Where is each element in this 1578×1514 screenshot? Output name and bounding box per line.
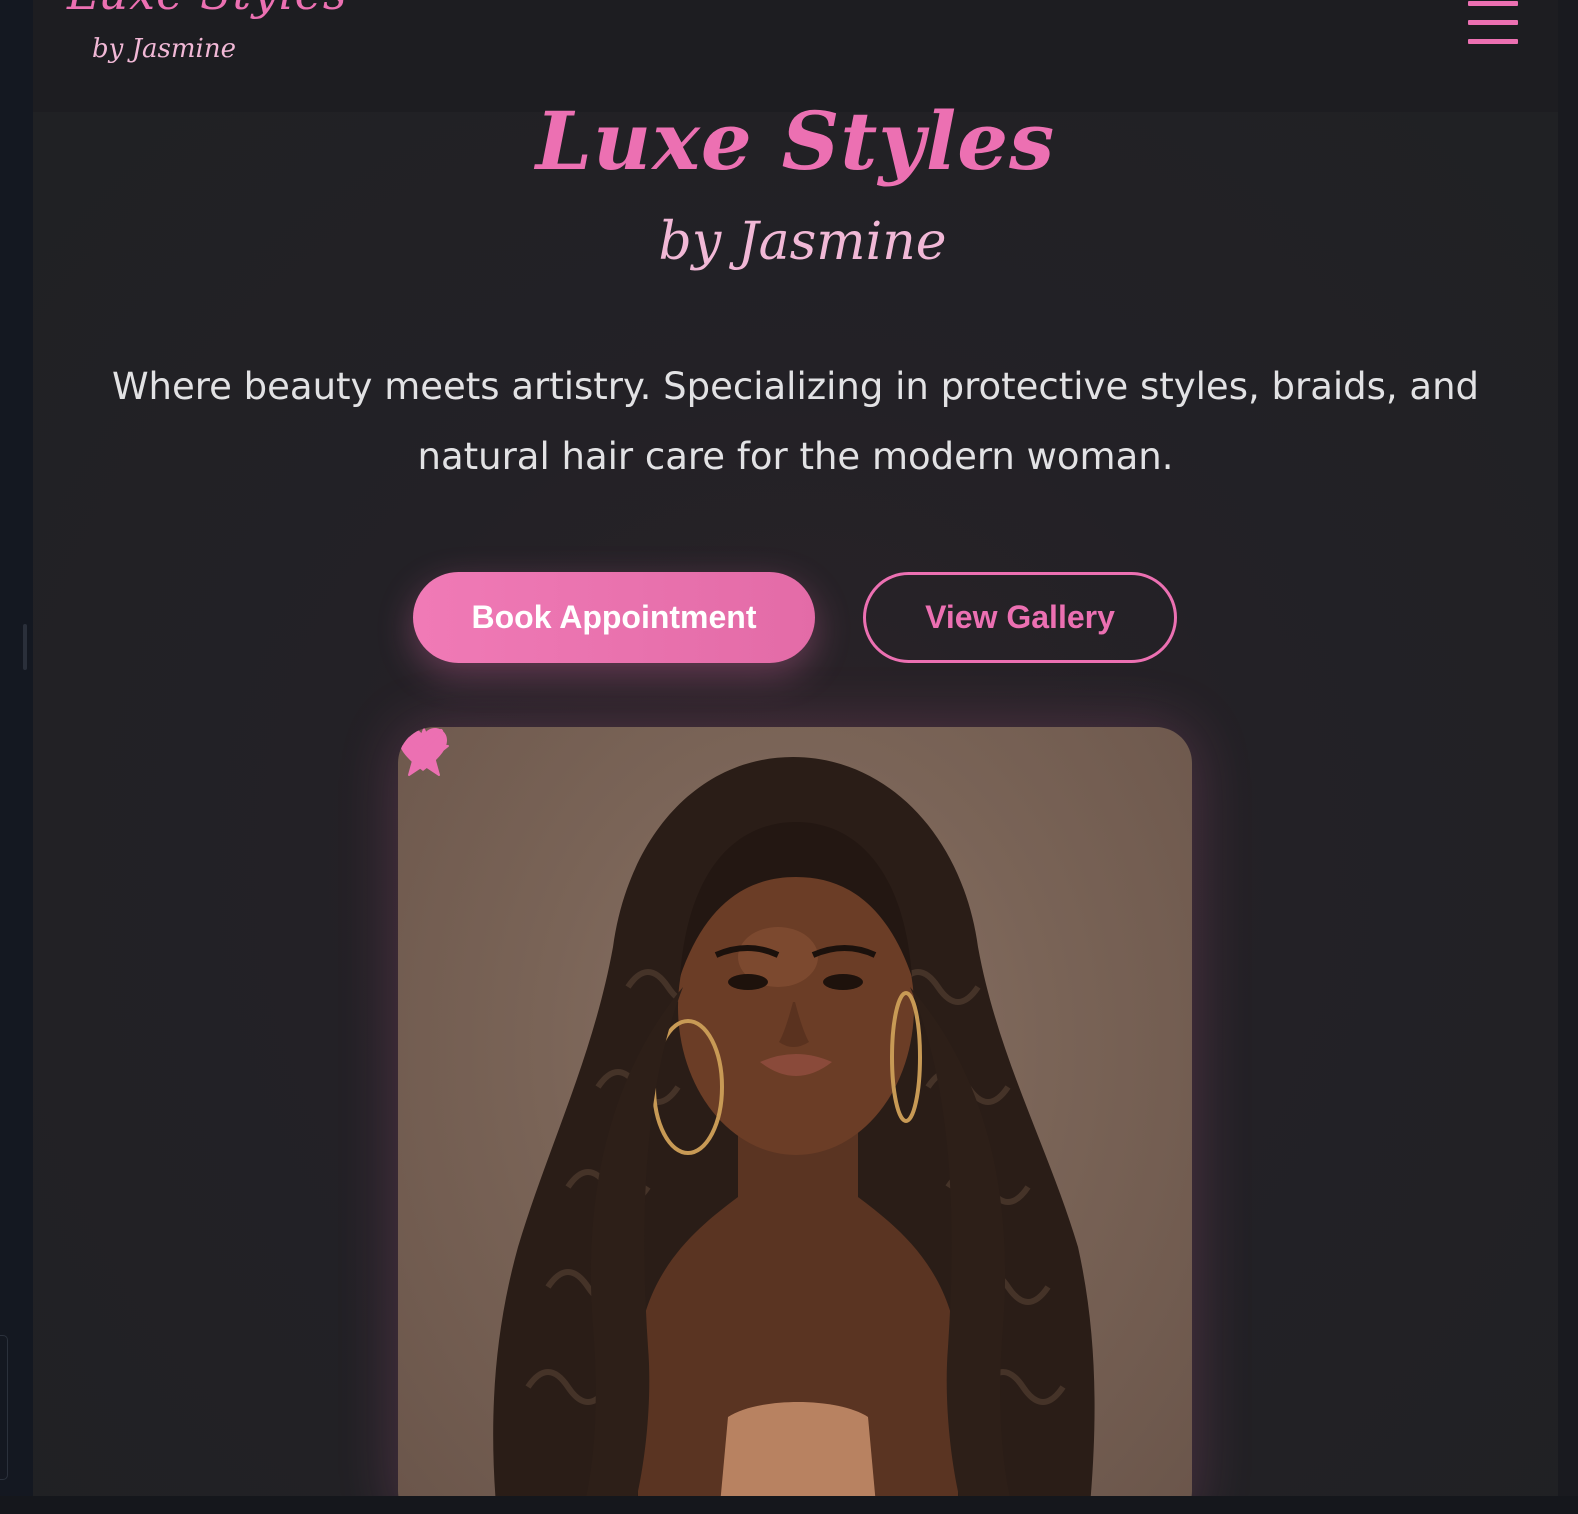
right-edge-strip	[1558, 0, 1578, 1514]
hamburger-menu-icon[interactable]	[1466, 0, 1520, 48]
nav-logo-title[interactable]: Luxe Styles	[67, 0, 348, 20]
editor-left-gutter	[0, 0, 34, 1514]
hero-portrait-image	[398, 727, 1192, 1496]
chevron-down-icon[interactable]	[398, 727, 444, 757]
resize-handle[interactable]	[23, 624, 27, 670]
nav-logo-subtitle[interactable]: by Jasmine	[92, 34, 236, 64]
side-panel-tab[interactable]	[0, 1335, 8, 1480]
hero-tagline: Where beauty meets artistry. Specializin…	[111, 365, 1480, 478]
hero-section: Luxe Styles by Jasmine Where beauty meet…	[33, 94, 1558, 1496]
book-appointment-button[interactable]: Book Appointment	[413, 572, 815, 663]
portrait-illustration	[493, 757, 1095, 1496]
view-gallery-button[interactable]: View Gallery	[863, 572, 1177, 663]
bottom-edge-strip	[0, 1496, 1578, 1514]
hero-subtitle: by Jasmine	[658, 212, 947, 272]
page-viewport: Luxe Styles by Jasmine Luxe Styles by Ja…	[33, 0, 1558, 1496]
hero-title: Luxe Styles	[535, 94, 1056, 188]
